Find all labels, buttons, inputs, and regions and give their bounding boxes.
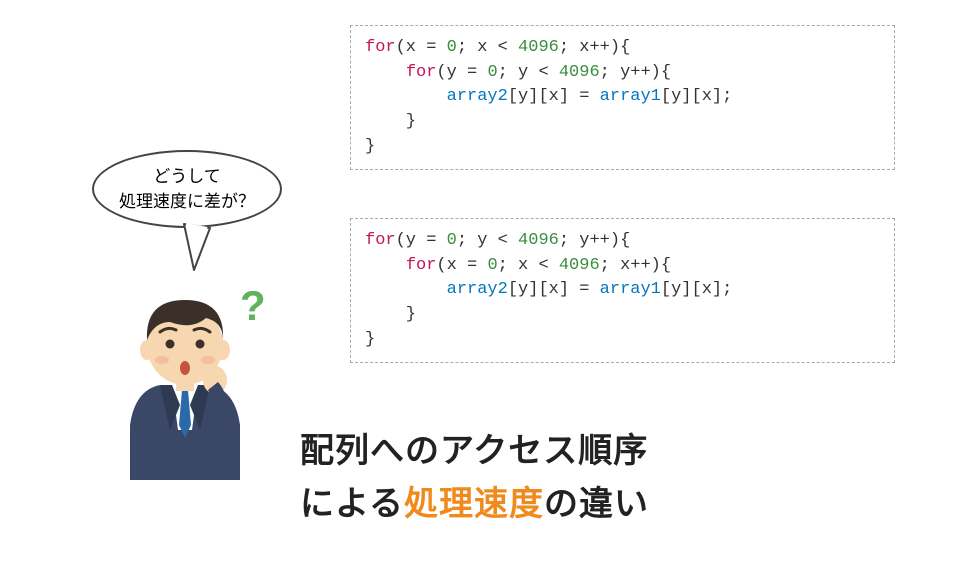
code-text: } xyxy=(365,112,416,131)
bubble-line-1: どうして xyxy=(153,167,221,186)
code-text: (x = xyxy=(436,256,487,275)
title-line-2a: による xyxy=(300,485,404,523)
bubble-text: どうして 処理速度に差が？ xyxy=(119,164,255,215)
keyword-for: for xyxy=(406,256,437,275)
code-text: (x = xyxy=(396,38,447,57)
code-text: } xyxy=(365,137,375,156)
code-text: ; y < xyxy=(457,231,518,250)
identifier-array2: array2 xyxy=(447,280,508,299)
code-text: } xyxy=(365,305,416,324)
number-literal: 0 xyxy=(447,38,457,57)
number-literal: 0 xyxy=(487,256,497,275)
keyword-for: for xyxy=(406,63,437,82)
number-literal: 0 xyxy=(487,63,497,82)
number-literal: 0 xyxy=(447,231,457,250)
keyword-for: for xyxy=(365,38,396,57)
number-literal: 4096 xyxy=(518,231,559,250)
keyword-for: for xyxy=(365,231,396,250)
question-mark-icon: ? xyxy=(240,282,266,329)
identifier-array2: array2 xyxy=(447,87,508,106)
code-text: ; y++){ xyxy=(600,63,671,82)
slide-title: 配列へのアクセス順序 による処理速度の違い xyxy=(300,425,649,530)
title-highlight: 処理速度 xyxy=(404,485,544,523)
title-line-2c: の違い xyxy=(544,485,649,523)
number-literal: 4096 xyxy=(559,63,600,82)
code-text: ; x < xyxy=(457,38,518,57)
code-text: ; x++){ xyxy=(559,38,630,57)
number-literal: 4096 xyxy=(559,256,600,275)
code-text: [y][x]; xyxy=(661,87,732,106)
confused-person-icon: ? xyxy=(100,280,270,480)
code-text: (y = xyxy=(436,63,487,82)
number-literal: 4096 xyxy=(518,38,559,57)
code-text: [y][x]; xyxy=(661,280,732,299)
code-text: [y][x] = xyxy=(508,87,600,106)
identifier-array1: array1 xyxy=(600,280,661,299)
code-block-1: for(x = 0; x < 4096; x++){ for(y = 0; y … xyxy=(350,25,895,170)
code-text: ; y++){ xyxy=(559,231,630,250)
speech-bubble: どうして 処理速度に差が？ xyxy=(92,150,282,228)
code-block-2: for(y = 0; y < 4096; y++){ for(x = 0; x … xyxy=(350,218,895,363)
title-line-1: 配列へのアクセス順序 xyxy=(300,432,648,470)
code-text: [y][x] = xyxy=(508,280,600,299)
code-text: (y = xyxy=(396,231,447,250)
code-text: ; y < xyxy=(498,63,559,82)
identifier-array1: array1 xyxy=(600,87,661,106)
code-text: ; x < xyxy=(498,256,559,275)
bubble-line-2: 処理速度に差が？ xyxy=(119,192,255,211)
code-text: ; x++){ xyxy=(600,256,671,275)
code-text: } xyxy=(365,330,375,349)
